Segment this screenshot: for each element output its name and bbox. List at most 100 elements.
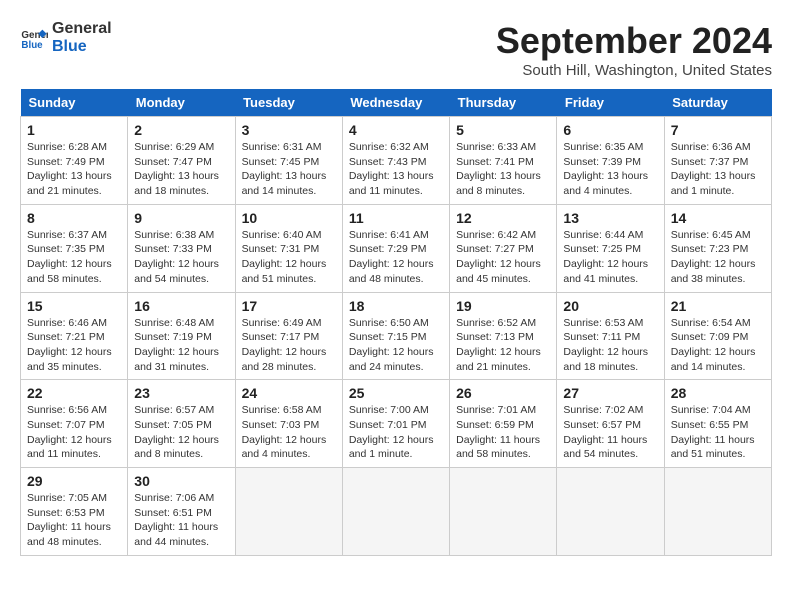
calendar-cell: 29 Sunrise: 7:05 AM Sunset: 6:53 PM Dayli… (21, 468, 128, 556)
day-info: Sunrise: 6:48 AM Sunset: 7:19 PM Dayligh… (134, 316, 228, 375)
calendar-cell: 16 Sunrise: 6:48 AM Sunset: 7:19 PM Dayli… (128, 292, 235, 380)
day-number: 18 (349, 298, 443, 314)
day-info: Sunrise: 6:35 AM Sunset: 7:39 PM Dayligh… (563, 140, 657, 199)
header-thursday: Thursday (450, 89, 557, 117)
calendar-cell: 2Sunrise: 6:29 AM Sunset: 7:47 PM Daylig… (128, 117, 235, 205)
day-info: Sunrise: 6:58 AM Sunset: 7:03 PM Dayligh… (242, 403, 336, 462)
day-info: Sunrise: 6:52 AM Sunset: 7:13 PM Dayligh… (456, 316, 550, 375)
day-info: Sunrise: 6:49 AM Sunset: 7:17 PM Dayligh… (242, 316, 336, 375)
calendar-cell: 15 Sunrise: 6:46 AM Sunset: 7:21 PM Dayli… (21, 292, 128, 380)
day-info: Sunrise: 6:32 AM Sunset: 7:43 PM Dayligh… (349, 140, 443, 199)
day-info: Sunrise: 6:33 AM Sunset: 7:41 PM Dayligh… (456, 140, 550, 199)
header-saturday: Saturday (664, 89, 771, 117)
day-number: 8 (27, 210, 121, 226)
calendar-cell: 8 Sunrise: 6:37 AM Sunset: 7:35 PM Daylig… (21, 204, 128, 292)
logo: General Blue General Blue (20, 20, 112, 55)
calendar-cell: 3 Sunrise: 6:31 AM Sunset: 7:45 PM Daylig… (235, 117, 342, 205)
calendar-cell: 14 Sunrise: 6:45 AM Sunset: 7:23 PM Dayli… (664, 204, 771, 292)
calendar-cell (557, 468, 664, 556)
calendar-cell: 25 Sunrise: 7:00 AM Sunset: 7:01 PM Dayli… (342, 380, 449, 468)
calendar-cell: 1 Sunrise: 6:28 AM Sunset: 7:49 PM Daylig… (21, 117, 128, 205)
calendar-cell (342, 468, 449, 556)
calendar-cell: 9Sunrise: 6:38 AM Sunset: 7:33 PM Daylig… (128, 204, 235, 292)
calendar-cell: 30 Sunrise: 7:06 AM Sunset: 6:51 PM Dayli… (128, 468, 235, 556)
day-info: Sunrise: 6:45 AM Sunset: 7:23 PM Dayligh… (671, 228, 765, 287)
logo-text-blue: Blue (52, 38, 112, 56)
day-number: 9 (134, 210, 228, 226)
day-info: Sunrise: 6:44 AM Sunset: 7:25 PM Dayligh… (563, 228, 657, 287)
logo-icon: General Blue (20, 24, 48, 52)
calendar-cell: 20 Sunrise: 6:53 AM Sunset: 7:11 PM Dayli… (557, 292, 664, 380)
day-info: Sunrise: 6:31 AM Sunset: 7:45 PM Dayligh… (242, 140, 336, 199)
day-info: Sunrise: 7:01 AM Sunset: 6:59 PM Dayligh… (456, 403, 550, 462)
day-info: Sunrise: 6:29 AM Sunset: 7:47 PM Dayligh… (134, 140, 228, 199)
day-info: Sunrise: 6:54 AM Sunset: 7:09 PM Dayligh… (671, 316, 765, 375)
calendar-week-1: 1 Sunrise: 6:28 AM Sunset: 7:49 PM Daylig… (21, 117, 772, 205)
header-friday: Friday (557, 89, 664, 117)
day-number: 1 (27, 122, 121, 138)
day-number: 23 (134, 385, 228, 401)
day-number: 22 (27, 385, 121, 401)
day-info: Sunrise: 6:41 AM Sunset: 7:29 PM Dayligh… (349, 228, 443, 287)
logo-text-general: General (52, 20, 112, 38)
calendar-cell: 12Sunrise: 6:42 AM Sunset: 7:27 PM Dayli… (450, 204, 557, 292)
svg-text:Blue: Blue (21, 39, 43, 50)
day-info: Sunrise: 6:50 AM Sunset: 7:15 PM Dayligh… (349, 316, 443, 375)
day-number: 15 (27, 298, 121, 314)
calendar-week-4: 22Sunrise: 6:56 AM Sunset: 7:07 PM Dayli… (21, 380, 772, 468)
day-info: Sunrise: 6:28 AM Sunset: 7:49 PM Dayligh… (27, 140, 121, 199)
calendar-cell: 26Sunrise: 7:01 AM Sunset: 6:59 PM Dayli… (450, 380, 557, 468)
day-number: 27 (563, 385, 657, 401)
calendar-cell: 24 Sunrise: 6:58 AM Sunset: 7:03 PM Dayli… (235, 380, 342, 468)
day-info: Sunrise: 6:53 AM Sunset: 7:11 PM Dayligh… (563, 316, 657, 375)
page-header: General Blue General Blue September 2024… (20, 20, 772, 79)
calendar-cell: 22Sunrise: 6:56 AM Sunset: 7:07 PM Dayli… (21, 380, 128, 468)
day-number: 3 (242, 122, 336, 138)
day-info: Sunrise: 7:04 AM Sunset: 6:55 PM Dayligh… (671, 403, 765, 462)
day-number: 6 (563, 122, 657, 138)
day-info: Sunrise: 7:05 AM Sunset: 6:53 PM Dayligh… (27, 491, 121, 550)
location-subtitle: South Hill, Washington, United States (496, 62, 772, 79)
calendar-cell (235, 468, 342, 556)
header-tuesday: Tuesday (235, 89, 342, 117)
calendar-cell: 18 Sunrise: 6:50 AM Sunset: 7:15 PM Dayli… (342, 292, 449, 380)
calendar-week-2: 8 Sunrise: 6:37 AM Sunset: 7:35 PM Daylig… (21, 204, 772, 292)
day-number: 17 (242, 298, 336, 314)
header-sunday: Sunday (21, 89, 128, 117)
day-info: Sunrise: 7:06 AM Sunset: 6:51 PM Dayligh… (134, 491, 228, 550)
calendar-cell: 19 Sunrise: 6:52 AM Sunset: 7:13 PM Dayli… (450, 292, 557, 380)
calendar-cell (664, 468, 771, 556)
day-info: Sunrise: 7:00 AM Sunset: 7:01 PM Dayligh… (349, 403, 443, 462)
header-monday: Monday (128, 89, 235, 117)
day-info: Sunrise: 6:37 AM Sunset: 7:35 PM Dayligh… (27, 228, 121, 287)
day-number: 29 (27, 473, 121, 489)
day-info: Sunrise: 7:02 AM Sunset: 6:57 PM Dayligh… (563, 403, 657, 462)
calendar-week-5: 29 Sunrise: 7:05 AM Sunset: 6:53 PM Dayli… (21, 468, 772, 556)
month-title: September 2024 (496, 20, 772, 62)
day-info: Sunrise: 6:46 AM Sunset: 7:21 PM Dayligh… (27, 316, 121, 375)
day-number: 5 (456, 122, 550, 138)
day-number: 7 (671, 122, 765, 138)
calendar-cell: 7 Sunrise: 6:36 AM Sunset: 7:37 PM Daylig… (664, 117, 771, 205)
day-number: 25 (349, 385, 443, 401)
day-info: Sunrise: 6:57 AM Sunset: 7:05 PM Dayligh… (134, 403, 228, 462)
calendar-cell: 4 Sunrise: 6:32 AM Sunset: 7:43 PM Daylig… (342, 117, 449, 205)
calendar-week-3: 15 Sunrise: 6:46 AM Sunset: 7:21 PM Dayli… (21, 292, 772, 380)
title-area: September 2024 South Hill, Washington, U… (496, 20, 772, 79)
day-number: 30 (134, 473, 228, 489)
calendar-cell (450, 468, 557, 556)
calendar-cell: 6 Sunrise: 6:35 AM Sunset: 7:39 PM Daylig… (557, 117, 664, 205)
day-number: 19 (456, 298, 550, 314)
day-number: 20 (563, 298, 657, 314)
day-number: 16 (134, 298, 228, 314)
day-number: 24 (242, 385, 336, 401)
calendar-cell: 10Sunrise: 6:40 AM Sunset: 7:31 PM Dayli… (235, 204, 342, 292)
day-number: 4 (349, 122, 443, 138)
calendar-cell: 21Sunrise: 6:54 AM Sunset: 7:09 PM Dayli… (664, 292, 771, 380)
calendar-body: 1 Sunrise: 6:28 AM Sunset: 7:49 PM Daylig… (21, 117, 772, 556)
day-number: 28 (671, 385, 765, 401)
day-number: 14 (671, 210, 765, 226)
day-number: 11 (349, 210, 443, 226)
calendar-cell: 13Sunrise: 6:44 AM Sunset: 7:25 PM Dayli… (557, 204, 664, 292)
day-info: Sunrise: 6:36 AM Sunset: 7:37 PM Dayligh… (671, 140, 765, 199)
